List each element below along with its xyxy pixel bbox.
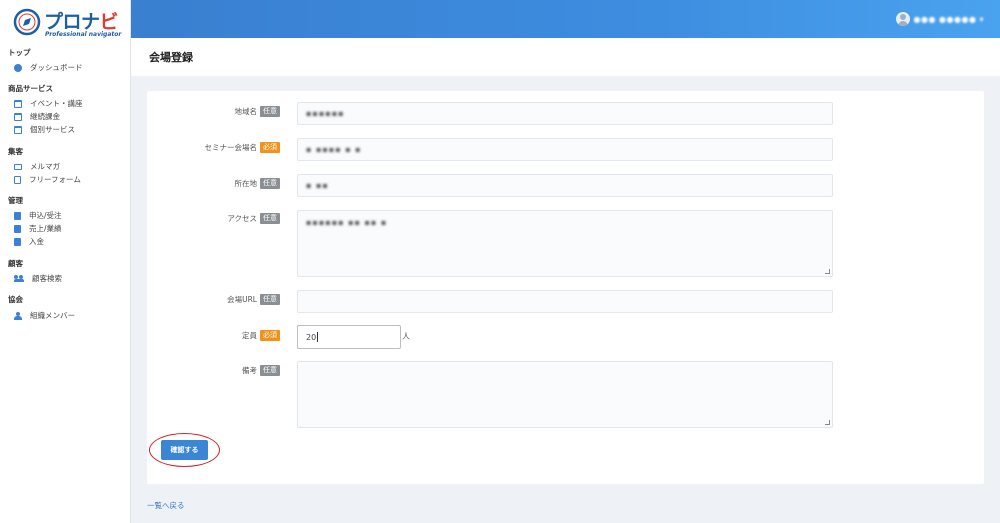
resize-handle-icon[interactable] bbox=[825, 269, 830, 274]
venue-name-input[interactable]: ▪ ▪▪▪▪ ▪ ▪ bbox=[297, 138, 833, 161]
sidebar-item-customer-search[interactable]: 顧客検索 bbox=[14, 273, 62, 284]
field-label-venue-name: セミナー会場名 必須 bbox=[180, 140, 280, 154]
nav-group-association: 協会 bbox=[8, 295, 23, 304]
sidebar-item-individual-service[interactable]: 個別サービス bbox=[14, 124, 75, 135]
capacity-unit: 人 bbox=[402, 332, 410, 341]
page-header: 会場登録 bbox=[131, 38, 1000, 76]
input-value: 20 bbox=[306, 332, 317, 342]
sidebar-item-label: メルマガ bbox=[30, 162, 60, 171]
page-title: 会場登録 bbox=[149, 51, 193, 64]
address-input[interactable]: ▪ ▪▪ bbox=[297, 174, 833, 197]
sidebar-item-label: 個別サービス bbox=[30, 125, 75, 134]
label-text: 地域名 bbox=[234, 106, 258, 116]
sidebar-item-members[interactable]: 組織メンバー bbox=[14, 310, 75, 321]
calendar-icon bbox=[14, 99, 22, 108]
confirm-button[interactable]: 確認する bbox=[161, 440, 208, 460]
users-icon bbox=[14, 275, 24, 282]
folder-icon bbox=[14, 211, 21, 220]
nav-group-marketing: 集客 bbox=[8, 147, 23, 156]
sidebar-item-subscription[interactable]: 継続課金 bbox=[14, 111, 60, 122]
label-text: セミナー会場名 bbox=[204, 142, 258, 152]
brand-name: プロナビ bbox=[44, 11, 119, 33]
sidebar-item-label: 組織メンバー bbox=[30, 311, 75, 320]
sidebar-item-label: イベント・講座 bbox=[30, 99, 83, 108]
resize-handle-icon[interactable] bbox=[825, 420, 830, 425]
person-icon bbox=[14, 311, 22, 320]
text-cursor bbox=[317, 332, 319, 342]
document-icon bbox=[14, 175, 21, 184]
field-label-access: アクセス 任意 bbox=[180, 211, 280, 225]
back-to-list-link[interactable]: 一覧へ戻る bbox=[147, 500, 185, 511]
input-value: ▪▪▪▪▪▪ bbox=[306, 109, 345, 118]
dashboard-icon bbox=[14, 63, 22, 72]
required-tag: 必須 bbox=[260, 329, 280, 341]
sidebar-item-label: 継続課金 bbox=[30, 112, 60, 121]
sidebar-item-sales[interactable]: 売上/業績 bbox=[14, 223, 62, 234]
sidebar-item-dashboard[interactable]: ダッシュボード bbox=[14, 62, 83, 73]
field-label-notes: 備考 任意 bbox=[180, 363, 280, 377]
calendar-icon bbox=[14, 125, 22, 134]
sidebar-item-free-form[interactable]: フリーフォーム bbox=[14, 174, 81, 185]
optional-tag: 任意 bbox=[260, 105, 280, 117]
brand-logo[interactable]: プロナビ Professional navigator bbox=[13, 6, 123, 40]
top-bar: ●●● ●●●●● ▾ bbox=[131, 0, 1000, 38]
required-tag: 必須 bbox=[260, 141, 280, 153]
optional-tag: 任意 bbox=[260, 364, 280, 376]
label-text: アクセス bbox=[227, 213, 257, 223]
label-text: 会場URL bbox=[227, 294, 257, 304]
sidebar-item-orders[interactable]: 申込/受注 bbox=[14, 210, 62, 221]
sidebar-item-label: 顧客検索 bbox=[32, 274, 62, 283]
field-label-venue-url: 会場URL 任意 bbox=[180, 292, 280, 306]
label-text: 備考 bbox=[242, 365, 257, 375]
field-label-capacity: 定員 必須 bbox=[180, 328, 280, 342]
sidebar-item-newsletter[interactable]: メルマガ bbox=[14, 161, 60, 172]
nav-group-customers: 顧客 bbox=[8, 259, 23, 268]
brand-tagline: Professional navigator bbox=[45, 31, 122, 38]
nav-group-top: トップ bbox=[8, 48, 31, 57]
area-name-input[interactable]: ▪▪▪▪▪▪ bbox=[297, 102, 833, 125]
mail-icon bbox=[14, 163, 22, 170]
calendar-icon bbox=[14, 112, 22, 121]
sidebar-item-label: 申込/受注 bbox=[29, 211, 62, 220]
compass-logo-icon bbox=[13, 8, 41, 36]
sidebar-item-events[interactable]: イベント・講座 bbox=[14, 98, 83, 109]
input-value: ▪ ▪▪ bbox=[306, 181, 329, 190]
optional-tag: 任意 bbox=[260, 293, 280, 305]
nav-group-management: 管理 bbox=[8, 196, 23, 205]
user-name: ●●● ●●●●● ▾ bbox=[913, 14, 984, 24]
field-label-area-name: 地域名 任意 bbox=[180, 104, 280, 118]
label-text: 所在地 bbox=[234, 178, 258, 188]
sidebar-item-label: ダッシュボード bbox=[30, 63, 83, 72]
sidebar-item-payments[interactable]: 入金 bbox=[14, 236, 44, 247]
avatar bbox=[895, 12, 910, 26]
user-menu[interactable]: ●●● ●●●●● ▾ bbox=[895, 12, 984, 26]
venue-url-input[interactable] bbox=[297, 290, 833, 313]
notes-textarea[interactable] bbox=[297, 361, 833, 428]
access-textarea[interactable]: ▪▪▪▪▪▪ ▪▪ ▪▪ ▪ bbox=[297, 210, 833, 277]
sidebar-item-label: フリーフォーム bbox=[29, 175, 81, 184]
folder-icon bbox=[14, 224, 21, 233]
capacity-input[interactable]: 20 bbox=[297, 325, 401, 349]
optional-tag: 任意 bbox=[260, 177, 280, 189]
input-value: ▪ ▪▪▪▪ ▪ ▪ bbox=[306, 145, 362, 154]
label-text: 定員 bbox=[242, 330, 257, 340]
nav-group-products: 商品サービス bbox=[8, 84, 53, 93]
sidebar-item-label: 売上/業績 bbox=[29, 224, 62, 233]
optional-tag: 任意 bbox=[260, 212, 280, 224]
sidebar-item-label: 入金 bbox=[29, 237, 44, 246]
field-label-address: 所在地 任意 bbox=[180, 176, 280, 190]
folder-icon bbox=[14, 237, 21, 246]
input-value: ▪▪▪▪▪▪ ▪▪ ▪▪ ▪ bbox=[306, 218, 388, 227]
sidebar: プロナビ Professional navigator トップ ダッシュボード … bbox=[0, 0, 131, 523]
